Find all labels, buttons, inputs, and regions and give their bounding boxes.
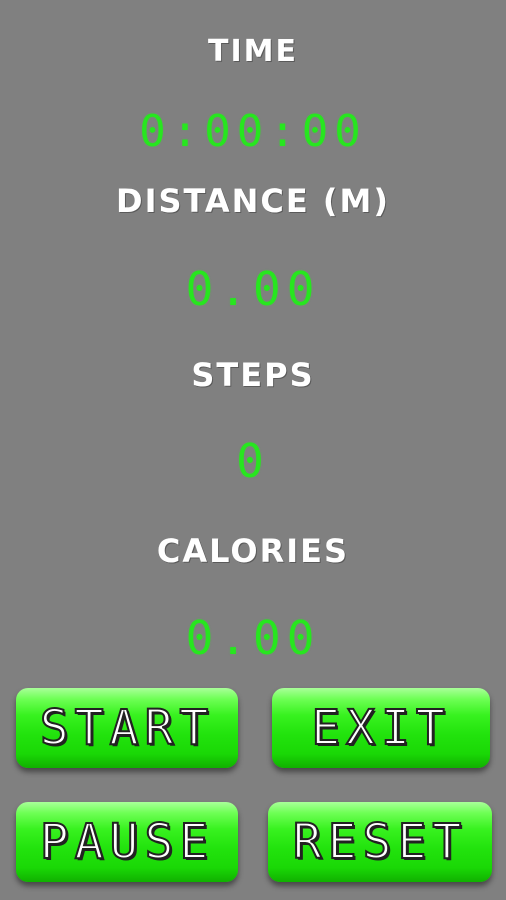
steps-label: STEPS: [191, 356, 315, 394]
steps-readout: 0: [236, 434, 270, 488]
distance-readout: 0.00: [185, 262, 321, 316]
exit-button[interactable]: EXIT: [272, 688, 490, 768]
pause-button[interactable]: PAUSE: [16, 802, 238, 882]
start-button[interactable]: START: [16, 688, 238, 768]
time-readout: 0:00:00: [139, 106, 367, 157]
reset-button[interactable]: RESET: [268, 802, 492, 882]
exit-button-label: EXIT: [310, 699, 451, 757]
reset-button-label: RESET: [292, 813, 468, 871]
start-button-label: START: [39, 699, 215, 757]
calories-label: CALORIES: [156, 532, 350, 570]
time-label: TIME: [208, 34, 298, 69]
calories-readout: 0.00: [185, 611, 321, 665]
distance-label: DISTANCE (m): [116, 182, 390, 220]
pause-button-label: PAUSE: [39, 813, 215, 871]
